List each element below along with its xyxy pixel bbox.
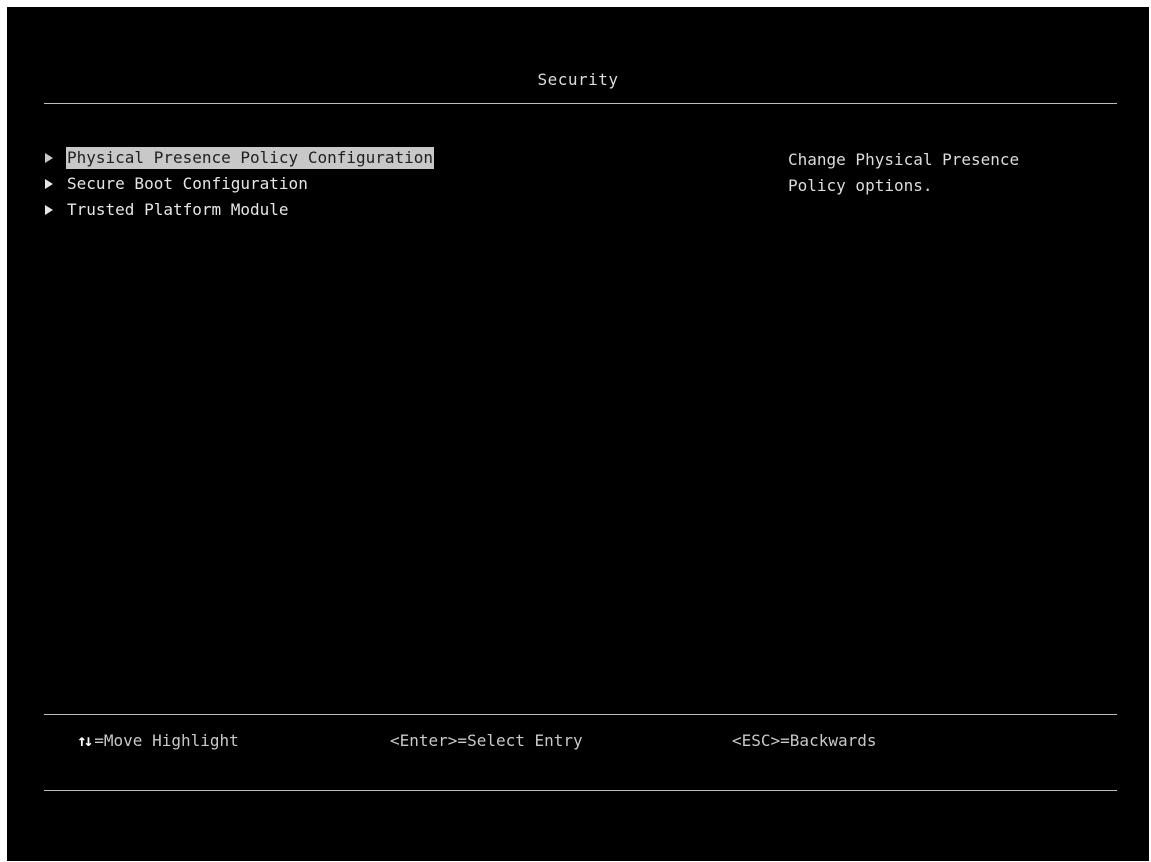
triangle-right-icon bbox=[45, 179, 53, 189]
help-text: Change Physical Presence Policy options. bbox=[788, 147, 1098, 199]
menu-item-label: Trusted Platform Module bbox=[67, 200, 289, 219]
menu-item-label: Physical Presence Policy Configuration bbox=[66, 147, 435, 169]
security-menu: Physical Presence Policy Configuration S… bbox=[45, 147, 435, 225]
menu-item-label: Secure Boot Configuration bbox=[67, 174, 308, 193]
help-line: Policy options. bbox=[788, 176, 933, 195]
triangle-right-icon bbox=[45, 153, 53, 163]
page-title: Security bbox=[537, 70, 619, 89]
key-hint-bar: ↑↓ =Move Highlight <Enter>=Select Entry <… bbox=[7, 731, 1149, 753]
help-line: Change Physical Presence bbox=[788, 150, 1020, 169]
footer-top-divider bbox=[44, 714, 1117, 715]
bios-screen: Security Physical Presence Policy Config… bbox=[7, 7, 1149, 861]
move-highlight-hint: ↑↓ =Move Highlight bbox=[77, 731, 239, 750]
header-divider bbox=[44, 103, 1117, 104]
menu-item-physical-presence-policy[interactable]: Physical Presence Policy Configuration bbox=[45, 147, 435, 173]
select-entry-hint: <Enter>=Select Entry bbox=[390, 731, 583, 750]
menu-item-secure-boot-configuration[interactable]: Secure Boot Configuration bbox=[45, 173, 434, 199]
footer-bottom-divider bbox=[44, 790, 1117, 791]
move-highlight-label: =Move Highlight bbox=[94, 731, 239, 750]
menu-item-trusted-platform-module[interactable]: Trusted Platform Module bbox=[45, 199, 434, 225]
triangle-right-icon bbox=[45, 205, 53, 215]
up-down-arrows-icon: ↑↓ bbox=[77, 731, 93, 750]
backwards-hint: <ESC>=Backwards bbox=[732, 731, 877, 750]
